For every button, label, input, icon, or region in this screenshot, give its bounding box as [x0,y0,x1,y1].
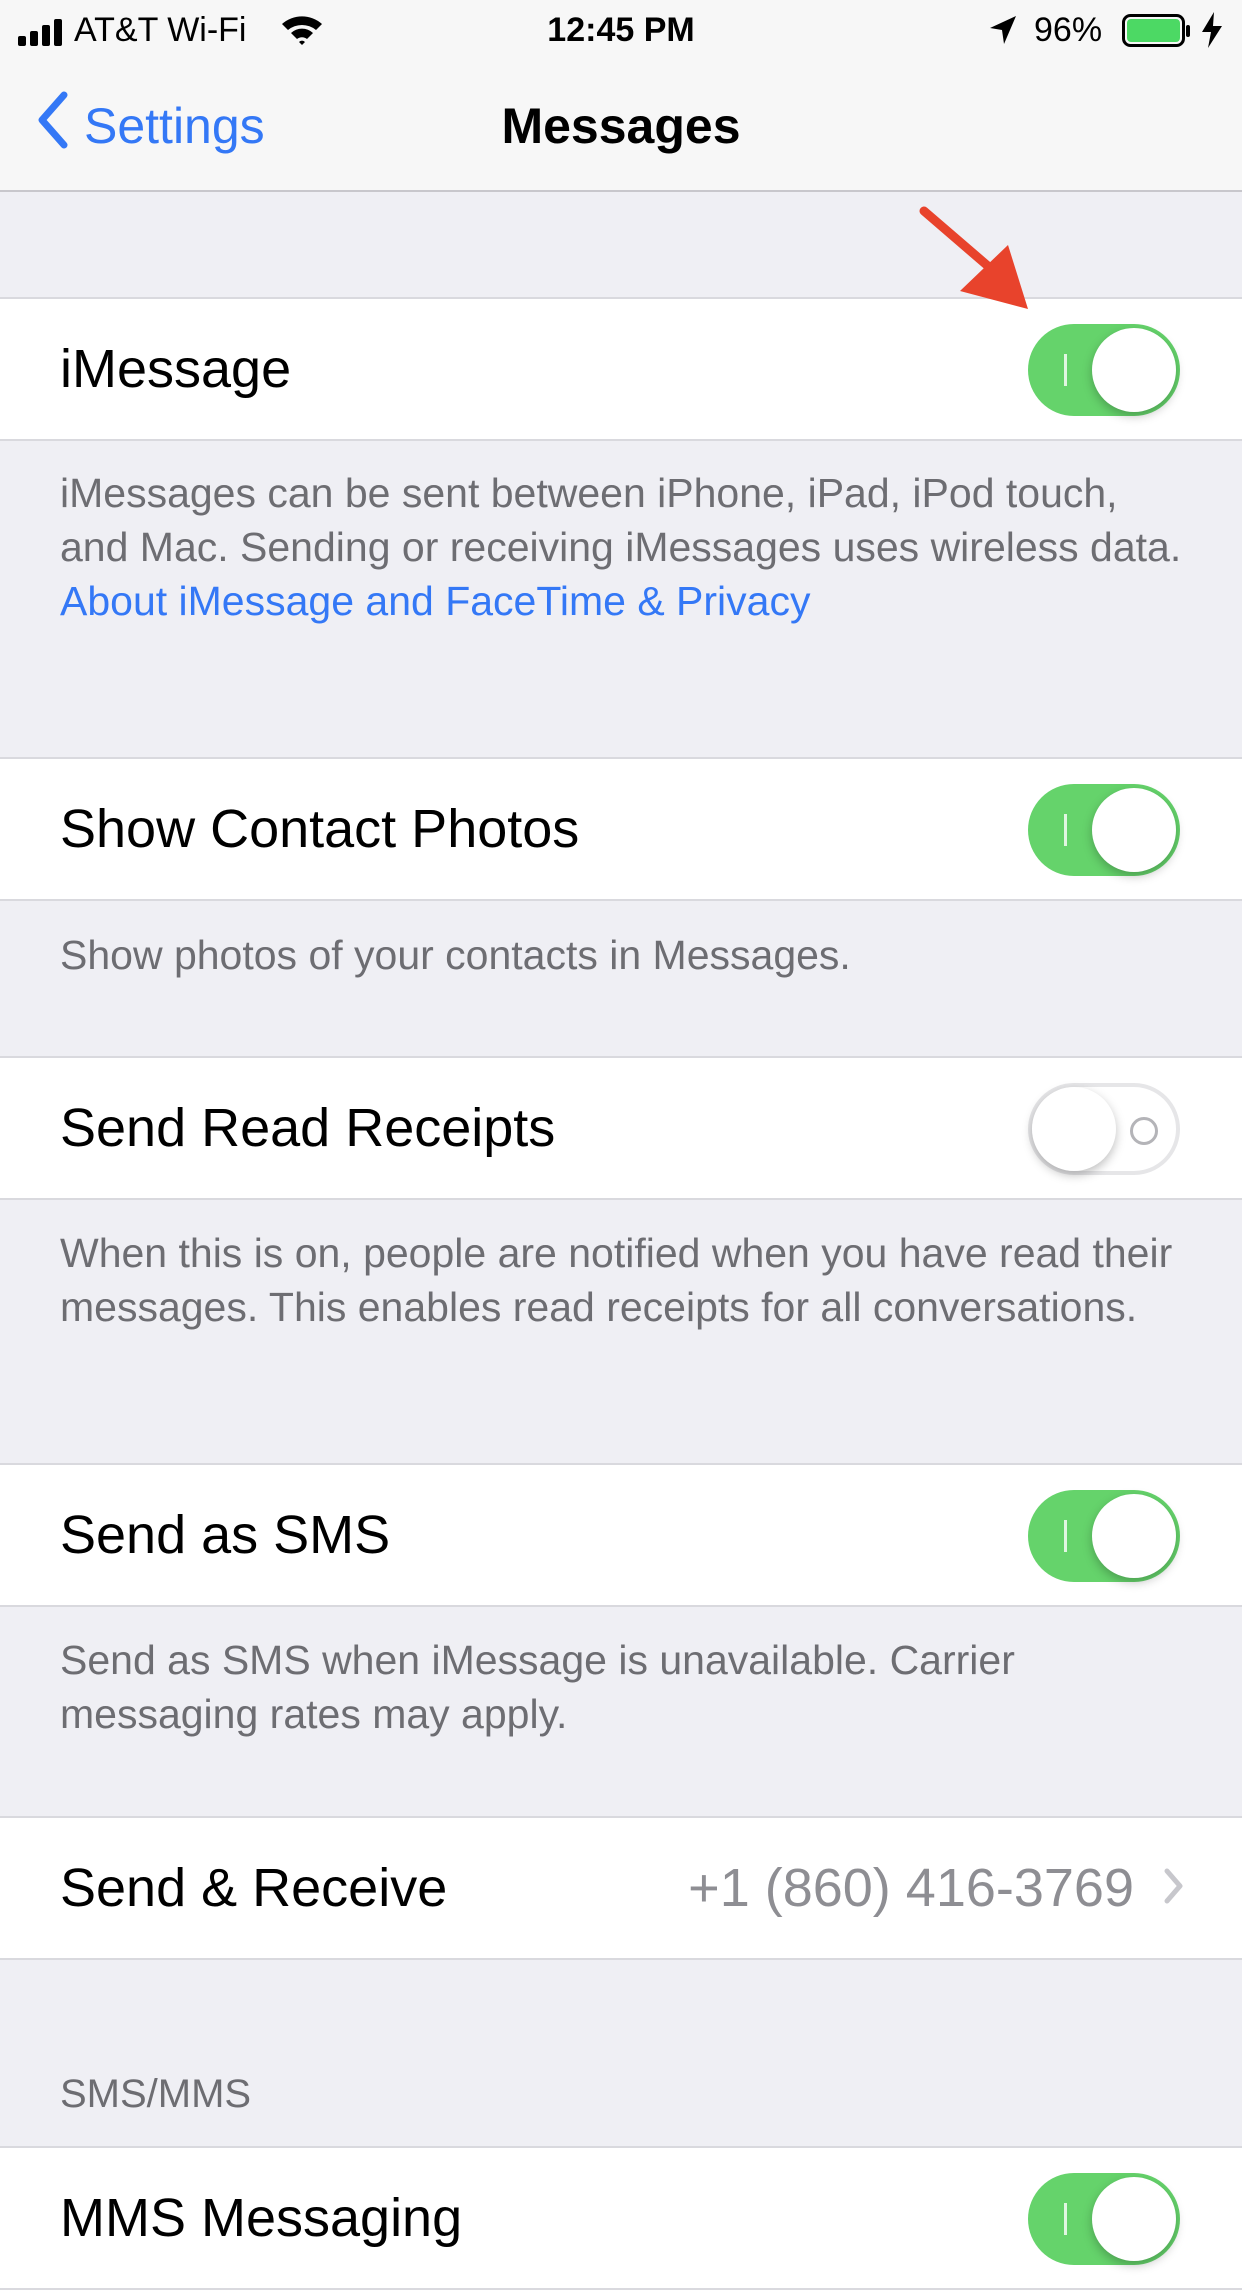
send-receive-cell[interactable]: Send & Receive +1 (860) 416-3769 [0,1816,1242,1960]
phone-number-value: +1 (860) 416-3769 [688,1858,1134,1918]
send-as-sms-label: Send as SMS [60,1505,391,1565]
toggle-knob [1032,1087,1116,1171]
send-as-sms-cell: Send as SMS [0,1463,1242,1607]
status-bar: AT&T Wi-Fi 12:45 PM 96% [0,0,1242,60]
toggle-knob [1092,328,1176,412]
page-title: Messages [501,98,741,154]
contact-photos-description: Show photos of your contacts in Messages… [60,932,851,978]
send-receive-label: Send & Receive [60,1858,448,1918]
annotation-arrow-icon [918,205,1038,320]
send-as-sms-toggle[interactable] [1028,1490,1180,1582]
mms-messaging-label: MMS Messaging [60,2188,463,2248]
chevron-right-icon [1164,1868,1184,1909]
contact-photos-label: Show Contact Photos [60,799,580,859]
send-as-sms-description: Send as SMS when iMessage is unavailable… [60,1637,1015,1737]
read-receipts-label: Send Read Receipts [60,1098,556,1158]
imessage-toggle[interactable] [1028,324,1180,416]
imessage-privacy-link[interactable]: About iMessage and FaceTime & Privacy [60,578,810,624]
toggle-knob [1092,1494,1176,1578]
imessage-description: iMessages can be sent between iPhone, iP… [60,466,1190,628]
battery-percent: 96% [1034,11,1103,49]
contact-photos-toggle[interactable] [1028,784,1180,876]
contact-photos-cell: Show Contact Photos [0,757,1242,901]
navigation-bar: Settings Messages [0,60,1242,192]
toggle-knob [1092,2177,1176,2261]
location-icon [988,14,1018,51]
imessage-description-text: iMessages can be sent between iPhone, iP… [60,470,1182,570]
mms-messaging-toggle[interactable] [1028,2173,1180,2265]
toggle-knob [1092,788,1176,872]
imessage-label: iMessage [60,339,292,399]
imessage-cell: iMessage [0,297,1242,441]
read-receipts-toggle[interactable] [1028,1083,1180,1175]
mms-messaging-cell: MMS Messaging [0,2146,1242,2290]
read-receipts-cell: Send Read Receipts [0,1056,1242,1200]
read-receipts-description: When this is on, people are notified whe… [60,1230,1173,1330]
battery-icon [1122,14,1192,53]
charging-icon [1200,12,1224,53]
sms-mms-section-header: SMS/MMS [60,2072,252,2116]
